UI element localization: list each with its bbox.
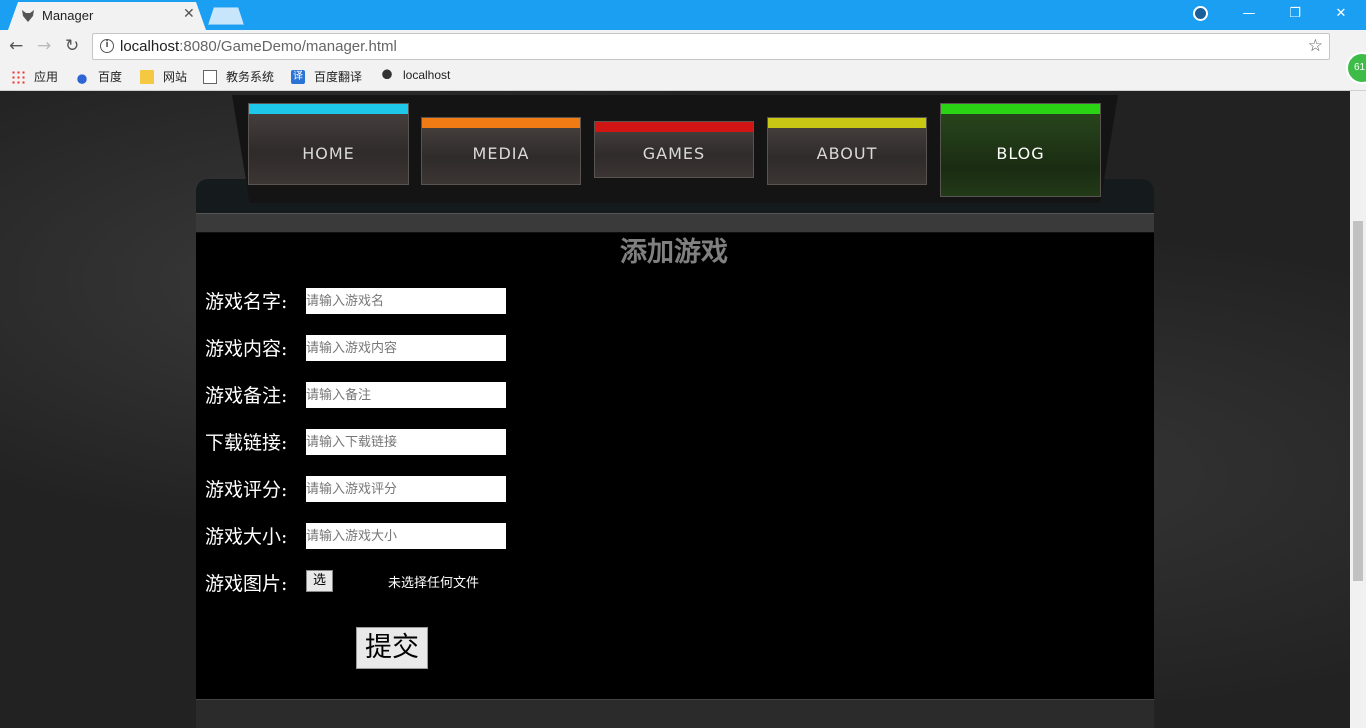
page-icon <box>203 69 217 84</box>
wolf-icon <box>380 68 394 82</box>
nav-media-color-bar <box>422 118 580 128</box>
game-rating-label: 游戏评分: <box>205 479 288 501</box>
footer-frame <box>196 699 1154 728</box>
game-remark-label: 游戏备注: <box>205 385 288 407</box>
game-image-label: 游戏图片: <box>205 573 288 595</box>
nav-home-color-bar <box>249 104 408 114</box>
form-title: 添加游戏 <box>620 237 728 268</box>
nav-blog[interactable]: BLOG <box>940 103 1101 197</box>
game-content-label: 游戏内容: <box>205 338 288 360</box>
translate-icon: 译 <box>291 69 305 84</box>
game-remark-input[interactable] <box>306 382 506 408</box>
folder-icon <box>140 69 154 84</box>
site-info-icon[interactable]: i <box>100 39 114 53</box>
add-game-form: 添加游戏 游戏名字: 游戏内容: 游戏备注: 下载链接: 游戏评分: 游戏大小:… <box>196 233 1154 699</box>
file-status-text: 未选择任何文件 <box>388 576 480 591</box>
close-tab-icon[interactable]: ✕ <box>183 6 195 22</box>
download-link-label: 下载链接: <box>205 432 288 454</box>
restore-icon[interactable]: ❐ <box>1272 3 1318 27</box>
game-rating-input[interactable] <box>306 476 506 502</box>
bookmarks-bar: 应用 百度 网站 教务系统 译 百度翻译 localhost <box>0 63 1366 91</box>
browser-toolbar: ← → ↻ i localhost:8080/GameDemo/manager.… <box>0 30 1366 63</box>
download-link-input[interactable] <box>306 429 506 455</box>
address-bar[interactable]: i localhost:8080/GameDemo/manager.html ☆ <box>92 33 1330 60</box>
bookmark-websites[interactable]: 网站 <box>140 68 187 85</box>
bookmark-star-icon[interactable]: ☆ <box>1308 36 1323 56</box>
nav-home[interactable]: HOME <box>248 103 409 185</box>
game-content-input[interactable] <box>306 335 506 361</box>
game-name-label: 游戏名字: <box>205 291 288 313</box>
close-window-icon[interactable]: ✕ <box>1318 3 1364 27</box>
tab-title: Manager <box>42 8 94 23</box>
forward-arrow-icon[interactable]: → <box>37 36 51 56</box>
nav-media[interactable]: MEDIA <box>421 117 581 185</box>
bookmark-baidu-translate[interactable]: 译 百度翻译 <box>291 68 362 85</box>
bookmark-localhost[interactable]: localhost <box>380 68 450 82</box>
browser-tab-strip: Manager ✕ — ❐ ✕ <box>0 0 1366 30</box>
bookmark-apps[interactable]: 应用 <box>11 68 58 85</box>
reload-icon[interactable]: ↻ <box>65 36 79 56</box>
nav-games-color-bar <box>595 122 753 132</box>
browser-tab[interactable]: Manager ✕ <box>8 2 206 30</box>
baidu-paw-icon <box>75 69 89 84</box>
page-viewport: HOME MEDIA GAMES ABOUT BLOG 添加游戏 游戏名字: 游… <box>0 91 1350 728</box>
nav-games[interactable]: GAMES <box>594 121 754 178</box>
page-scrollbar[interactable] <box>1350 91 1366 728</box>
nav-about-color-bar <box>768 118 926 128</box>
nav-about[interactable]: ABOUT <box>767 117 927 185</box>
apps-grid-icon <box>11 69 25 84</box>
bookmark-baidu[interactable]: 百度 <box>75 68 122 85</box>
back-arrow-icon[interactable]: ← <box>9 36 23 56</box>
profile-icon[interactable] <box>1193 6 1208 21</box>
new-tab-button[interactable] <box>208 7 244 25</box>
choose-file-button[interactable]: 选择文件 <box>306 570 334 648</box>
submit-button[interactable]: 提交 <box>356 627 428 669</box>
game-size-input[interactable] <box>306 523 506 549</box>
minimize-icon[interactable]: — <box>1226 3 1272 27</box>
wolf-favicon-icon <box>22 10 34 22</box>
url-text: localhost:8080/GameDemo/manager.html <box>120 38 397 55</box>
bookmark-academic[interactable]: 教务系统 <box>203 68 274 85</box>
game-size-label: 游戏大小: <box>205 526 288 548</box>
scrollbar-thumb[interactable] <box>1353 221 1363 581</box>
nav-blog-color-bar <box>941 104 1100 114</box>
game-name-input[interactable] <box>306 288 506 314</box>
